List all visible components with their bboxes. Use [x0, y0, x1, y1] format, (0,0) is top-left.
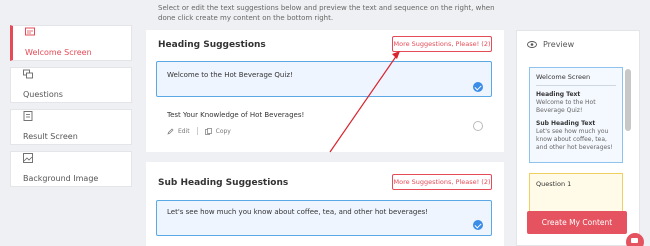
more-suggestions-button[interactable]: More Suggestions, Please! (2) — [392, 174, 492, 190]
create-my-content-button[interactable]: Create My Content — [527, 211, 627, 234]
document-icon — [23, 111, 33, 121]
preview-subheading-section: Sub Heading Text Let's see how much you … — [530, 115, 622, 152]
suggestion-text: Let's see how much you know about coffee… — [167, 208, 429, 216]
nav-label: Background Image — [23, 174, 99, 183]
divider — [196, 127, 198, 135]
selected-check-icon[interactable] — [473, 82, 483, 92]
nav-label: Questions — [23, 90, 63, 99]
suggestion-item[interactable]: Let's see how much you know about coffee… — [156, 200, 492, 236]
preview-heading-section: Heading Text Welcome to the Hot Beverage… — [530, 86, 622, 115]
chat-icon[interactable] — [626, 233, 644, 246]
heading-suggestions-panel: Heading Suggestions More Suggestions, Pl… — [146, 30, 504, 152]
preview-title: Preview — [543, 40, 575, 49]
preview-heading-label: Heading Text — [536, 91, 581, 98]
suggestion-text: Test Your Knowledge of Hot Beverages! — [167, 111, 305, 119]
suggestion-text: Welcome to the Hot Beverage Quiz! — [167, 71, 293, 79]
nav-item-questions[interactable]: Questions — [10, 67, 132, 103]
panel-title: Heading Suggestions — [158, 40, 266, 50]
instructions-text: Select or edit the text suggestions belo… — [158, 4, 495, 22]
subheading-suggestions-panel: Sub Heading Suggestions More Suggestions… — [146, 162, 504, 246]
preview-heading-value: Welcome to the Hot Beverage Quiz! — [536, 99, 596, 114]
nav-label: Welcome Screen — [25, 48, 92, 57]
edit-link[interactable]: Edit — [178, 128, 190, 135]
preview-subheading-label: Sub Heading Text — [536, 120, 596, 127]
nav-label: Result Screen — [23, 132, 78, 141]
nav-item-welcome-screen[interactable]: Welcome Screen — [10, 25, 132, 61]
screen-icon — [25, 27, 35, 36]
unselected-radio-icon[interactable] — [473, 121, 483, 131]
edit-icon[interactable] — [167, 128, 174, 135]
nav-item-result-screen[interactable]: Result Screen — [10, 109, 132, 145]
selected-check-icon[interactable] — [473, 220, 483, 230]
copy-link[interactable]: Copy — [216, 128, 231, 135]
preview-subheading-value: Let's see how much you know about coffee… — [536, 128, 613, 151]
scrollbar[interactable] — [625, 69, 631, 131]
preview-card-title: Question 1 — [536, 180, 572, 188]
suggestion-item[interactable]: Test Your Knowledge of Hot Beverages! Ed… — [156, 104, 492, 144]
suggestion-item[interactable]: Welcome to the Hot Beverage Quiz! — [156, 61, 492, 97]
eye-icon — [527, 41, 537, 48]
copy-icon[interactable] — [204, 127, 212, 135]
nav-item-background-image[interactable]: Background Image — [10, 151, 132, 187]
preview-header: Preview — [527, 40, 574, 49]
panel-title: Sub Heading Suggestions — [158, 178, 289, 188]
image-icon — [23, 153, 33, 163]
preview-card-question[interactable]: Question 1 — [529, 173, 623, 213]
chat-icon — [23, 69, 33, 79]
preview-card-welcome[interactable]: Welcome Screen Heading Text Welcome to t… — [529, 67, 623, 163]
more-suggestions-button[interactable]: More Suggestions, Please! (2) — [392, 36, 492, 52]
preview-card-title: Welcome Screen — [536, 73, 591, 81]
suggestion-actions: Edit Copy — [167, 127, 231, 135]
